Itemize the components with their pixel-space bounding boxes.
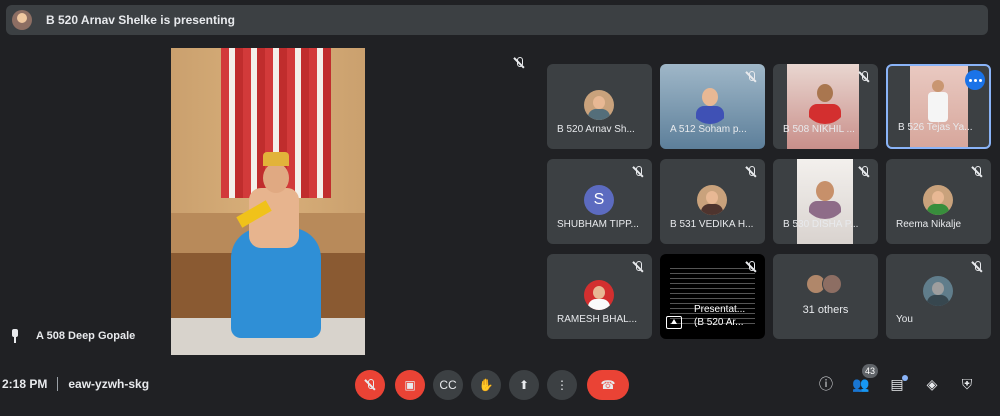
participant-tile[interactable]: B 520 Arnav Sh... — [547, 64, 652, 149]
pin-icon[interactable] — [10, 329, 20, 343]
participant-name: Reema Nikalje — [896, 219, 962, 230]
participant-name: B 520 Arnav Sh... — [557, 124, 635, 135]
chat-notification-dot — [902, 375, 908, 381]
participant-avatar — [584, 280, 614, 310]
others-tile[interactable]: 31 others — [773, 254, 878, 339]
main-video[interactable] — [171, 48, 365, 355]
presentation-tile[interactable]: Presentat... (B 520 Ar... — [660, 254, 765, 339]
mic-off-icon — [971, 165, 983, 183]
participant-name: B 531 VEDIKA H... — [670, 219, 754, 230]
meeting-info: 2:18 PM eaw-yzwh-skg — [2, 377, 149, 391]
others-count: 31 others — [802, 304, 849, 316]
mic-off-icon — [858, 165, 870, 183]
raise-hand-icon: ✋ — [478, 378, 494, 392]
participant-tile-active[interactable]: B 526 Tejas Ya... — [886, 64, 991, 149]
meeting-details-button[interactable]: ⓘ — [816, 374, 836, 394]
mic-off-icon — [632, 260, 644, 278]
host-controls-icon: ⛨ — [961, 375, 973, 392]
participant-name: B 526 Tejas Ya... — [898, 122, 973, 133]
participant-tile[interactable]: B 508 NIKHIL ... — [773, 64, 878, 149]
end-call-button[interactable]: ☎ — [587, 370, 629, 400]
meeting-code[interactable]: eaw-yzwh-skg — [68, 377, 149, 391]
mute-icon — [745, 260, 757, 278]
mic-off-icon — [745, 165, 757, 183]
camera-off-icon: ▣ — [404, 378, 416, 392]
camera-toggle-button[interactable]: ▣ — [395, 370, 425, 400]
mic-off-icon — [632, 165, 644, 183]
self-name: You — [896, 314, 913, 325]
participant-name: A 512 Soham p... — [670, 124, 747, 135]
activities-icon: ◈ — [926, 375, 938, 392]
participant-name: B 508 NIKHIL ... — [783, 124, 855, 135]
self-avatar — [923, 276, 953, 306]
others-avatars — [806, 274, 842, 294]
mic-off-icon — [745, 70, 757, 88]
participant-avatar: S — [584, 185, 614, 215]
present-icon: ⬆ — [518, 378, 530, 392]
participant-name: SHUBHAM TIPP... — [557, 219, 639, 230]
end-call-icon: ☎ — [600, 378, 616, 392]
participant-avatar — [923, 185, 953, 215]
presenting-text: B 520 Arnav Shelke is presenting — [46, 13, 235, 27]
microphone-toggle-button[interactable] — [355, 370, 385, 400]
presentation-name: Presentat... (B 520 Ar... — [694, 304, 746, 328]
self-tile[interactable]: You — [886, 254, 991, 339]
pinned-participant-name: A 508 Deep Gopale — [36, 330, 136, 342]
meeting-time: 2:18 PM — [2, 377, 48, 391]
info-icon: ⓘ — [819, 376, 833, 392]
stage-mic-off-icon — [513, 56, 525, 74]
captions-icon: CC — [439, 378, 457, 392]
more-options-button[interactable]: ⋮ — [547, 370, 577, 400]
participant-avatar — [584, 90, 614, 120]
mic-off-icon — [364, 379, 376, 391]
mic-off-icon — [971, 260, 983, 278]
captions-button[interactable]: CC — [433, 370, 463, 400]
more-options-icon: ⋮ — [556, 378, 568, 392]
presenter-avatar — [12, 10, 32, 30]
presenting-banner: B 520 Arnav Shelke is presenting — [6, 5, 988, 35]
participant-tile[interactable]: S SHUBHAM TIPP... — [547, 159, 652, 244]
pinned-participant-label: A 508 Deep Gopale — [10, 329, 135, 343]
people-count-badge: 43 — [862, 364, 879, 378]
more-options-button[interactable] — [965, 70, 985, 90]
mic-off-icon — [858, 70, 870, 88]
participant-name: RAMESH BHAL... — [557, 314, 638, 325]
activities-button[interactable]: ◈ — [922, 374, 942, 394]
host-controls-button[interactable]: ⛨ — [957, 374, 977, 394]
participant-tile[interactable]: Reema Nikalje — [886, 159, 991, 244]
participant-avatar — [697, 185, 727, 215]
present-now-button[interactable]: ⬆ — [509, 370, 539, 400]
participant-name: B 530 DISHA P... — [783, 219, 859, 230]
participant-tile[interactable]: RAMESH BHAL... — [547, 254, 652, 339]
control-bar: 2:18 PM eaw-yzwh-skg ▣ CC ✋ ⬆ ⋮ ☎ ⓘ 👥 ▤ … — [0, 362, 1000, 408]
participant-tile[interactable]: B 530 DISHA P... — [773, 159, 878, 244]
participant-tile[interactable]: A 512 Soham p... — [660, 64, 765, 149]
people-icon: 👥 — [852, 375, 870, 392]
raise-hand-button[interactable]: ✋ — [471, 370, 501, 400]
present-screen-icon — [666, 316, 682, 329]
participant-tile[interactable]: B 531 VEDIKA H... — [660, 159, 765, 244]
